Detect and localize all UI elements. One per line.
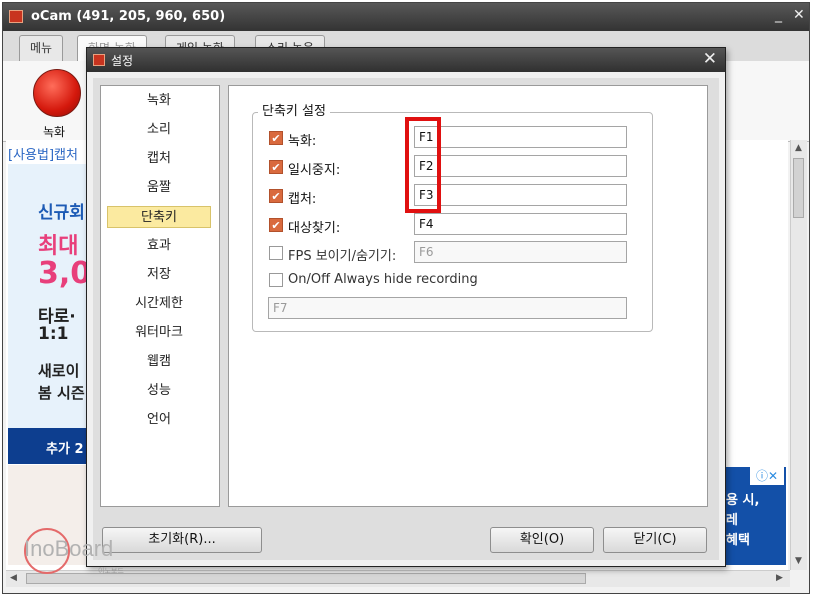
reset-button[interactable]: 초기화(R)...: [102, 527, 262, 553]
checkbox-record[interactable]: ✔: [269, 131, 283, 145]
scroll-thumb[interactable]: [793, 158, 804, 218]
hotkey-field-fps[interactable]: F6: [414, 241, 627, 263]
hotkey-field-always-hide[interactable]: F7: [268, 297, 627, 319]
category-item-record[interactable]: 녹화: [107, 90, 211, 112]
main-titlebar[interactable]: oCam (491, 205, 960, 650) _ ✕: [3, 3, 809, 31]
ad-close-icon[interactable]: ⓘ✕: [750, 467, 784, 485]
label-capture: 캡처:: [288, 192, 317, 207]
dialog-close-icon[interactable]: ✕: [703, 49, 717, 69]
ad-text: 신규회: [38, 203, 85, 223]
label-pause: 일시중지:: [288, 163, 341, 178]
category-item-capture[interactable]: 캡처: [107, 148, 211, 170]
vertical-scrollbar[interactable]: ▲ ▼: [790, 140, 807, 570]
category-item-watermark[interactable]: 워터마크: [107, 322, 211, 344]
category-item-hotkeys[interactable]: 단축키: [107, 206, 211, 228]
scroll-up-icon[interactable]: ▲: [795, 143, 802, 153]
dialog-title: 설정: [111, 54, 134, 68]
hotkey-field-find-target[interactable]: F4: [414, 213, 627, 235]
ad-text: 봄 시즌: [38, 384, 85, 402]
ad-band[interactable]: 추가 2: [8, 428, 98, 464]
main-window-title: oCam (491, 205, 960, 650): [31, 9, 226, 24]
category-item-performance[interactable]: 성능: [107, 380, 211, 402]
ok-button[interactable]: 확인(O): [490, 527, 594, 553]
record-label: 녹화: [43, 125, 66, 139]
close-button[interactable]: ✕: [793, 7, 805, 23]
scroll-right-icon[interactable]: ▶: [776, 573, 783, 583]
checkbox-always-hide[interactable]: [269, 273, 283, 287]
watermark-subtext: 이노보드: [98, 567, 124, 575]
category-item-audio[interactable]: 소리: [107, 119, 211, 141]
checkbox-fps[interactable]: [269, 246, 283, 260]
checkbox-pause[interactable]: ✔: [269, 160, 283, 174]
ad-band-text: 추가 2: [46, 442, 84, 457]
category-item-save[interactable]: 저장: [107, 264, 211, 286]
ocam-app-icon: [93, 54, 105, 66]
ad-text: 3,0: [38, 256, 92, 291]
category-item-webcam[interactable]: 웹캠: [107, 351, 211, 373]
label-fps: FPS 보이기/숨기기:: [288, 249, 397, 264]
category-item-effects[interactable]: 효과: [107, 235, 211, 257]
ad-banner-left[interactable]: 신규회 최대 3,0 타로· 1:1 새로이 봄 시즌: [8, 164, 98, 464]
ocam-app-icon: [9, 10, 23, 23]
help-link[interactable]: [사용법]캡처: [8, 144, 78, 163]
highlight-box: [405, 117, 441, 213]
scroll-down-icon[interactable]: ▼: [795, 556, 802, 566]
category-item-time-limit[interactable]: 시간제한: [107, 293, 211, 315]
hotkey-field-capture[interactable]: F3: [414, 184, 627, 206]
record-icon[interactable]: [33, 69, 81, 117]
ad-text: 1:1: [38, 324, 69, 344]
hotkey-field-record[interactable]: F1: [414, 126, 627, 148]
checkbox-capture[interactable]: ✔: [269, 189, 283, 203]
hotkey-field-pause[interactable]: F2: [414, 155, 627, 177]
dialog-close-button[interactable]: 닫기(C): [603, 527, 707, 553]
label-record: 녹화:: [288, 134, 317, 149]
dialog-titlebar[interactable]: 설정 ✕: [87, 48, 725, 72]
tab-menu[interactable]: 메뉴: [19, 35, 64, 61]
category-item-language[interactable]: 언어: [107, 409, 211, 431]
label-always-hide: On/Off Always hide recording: [288, 272, 478, 287]
group-title: 단축키 설정: [258, 100, 330, 119]
checkbox-find-target[interactable]: ✔: [269, 218, 283, 232]
ad-text: 용 시,: [726, 493, 760, 508]
category-item-gif[interactable]: 움짤: [107, 177, 211, 199]
category-list: 녹화 소리 캡처 움짤 단축키 효과 저장 시간제한 워터마크 웹캠 성능 언어: [100, 85, 220, 507]
ad-text: 혜택: [726, 533, 750, 548]
scroll-left-icon[interactable]: ◀: [10, 573, 17, 583]
ad-text: 새로이: [38, 362, 80, 380]
minimize-button[interactable]: _: [775, 7, 782, 23]
watermark-text: InoBoard: [24, 536, 114, 561]
ad-text: 레: [726, 513, 738, 528]
label-find-target: 대상찾기:: [288, 221, 341, 236]
